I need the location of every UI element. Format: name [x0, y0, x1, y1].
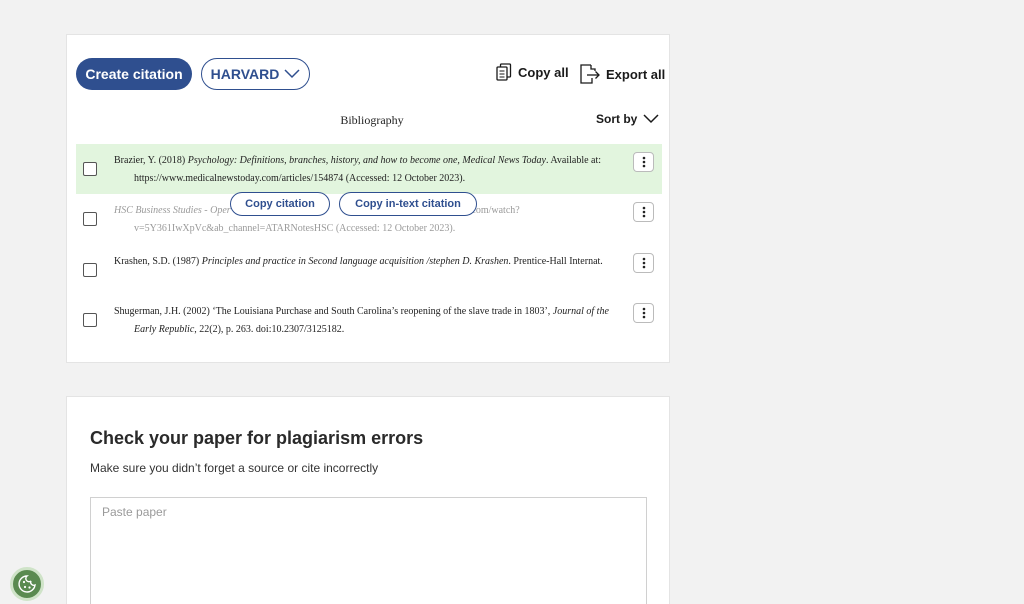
- citation-authors: Shugerman, J.H. (2002) ‘The Louisiana Pu…: [114, 306, 553, 317]
- paste-paper-input[interactable]: [90, 497, 647, 604]
- chevron-down-icon: [284, 69, 300, 79]
- citation-details: , 22(2), p. 263. doi:10.2307/3125182.: [194, 323, 345, 335]
- export-all-label: Export all: [606, 66, 666, 82]
- plagiarism-subtitle: Make sure you didn’t forget a source or …: [90, 461, 379, 475]
- plagiarism-check-card: Check your paper for plagiarism errors M…: [66, 396, 670, 604]
- row-checkbox[interactable]: [83, 313, 97, 327]
- row-menu-button[interactable]: [633, 202, 654, 222]
- export-icon: [580, 64, 600, 84]
- citation-title: Psychology: Definitions, branches, histo…: [187, 155, 546, 166]
- chevron-down-icon: [643, 114, 659, 124]
- more-vertical-icon: [642, 206, 645, 218]
- citation-authors: Brazier, Y. (2018): [114, 155, 188, 166]
- bibliography-heading: Bibliography: [340, 113, 404, 127]
- citation-text: Shugerman, J.H. (2002) ‘The Louisiana Pu…: [114, 303, 614, 338]
- row-checkbox[interactable]: [83, 212, 97, 226]
- citation-title: Principles and practice in Second langua…: [201, 256, 509, 267]
- citation-list-card: Create citation HARVARD Copy all Export …: [66, 34, 670, 363]
- row-checkbox[interactable]: [83, 263, 97, 277]
- sort-by-label: Sort by: [596, 112, 638, 126]
- row-menu-button[interactable]: [633, 152, 654, 172]
- more-vertical-icon: [642, 257, 645, 269]
- plagiarism-title: Check your paper for plagiarism errors: [90, 428, 424, 448]
- citation-style-dropdown[interactable]: HARVARD: [201, 58, 310, 90]
- row-menu-button[interactable]: [633, 253, 654, 273]
- copy-intext-citation-button[interactable]: Copy in-text citation: [339, 192, 477, 216]
- row-checkbox[interactable]: [83, 162, 97, 176]
- copy-icon: [496, 63, 512, 81]
- more-vertical-icon: [642, 307, 645, 319]
- citation-text: Krashen, S.D. (1987) Principles and prac…: [114, 253, 614, 271]
- citation-authors: Krashen, S.D. (1987): [114, 256, 202, 267]
- copy-citation-button[interactable]: Copy citation: [230, 192, 330, 216]
- more-vertical-icon: [642, 156, 645, 168]
- row-menu-button[interactable]: [633, 303, 654, 323]
- citation-row[interactable]: Shugerman, J.H. (2002) ‘The Louisiana Pu…: [76, 295, 662, 345]
- sort-by-dropdown[interactable]: Sort by: [596, 112, 659, 126]
- create-citation-button[interactable]: Create citation: [76, 58, 192, 90]
- cookie-settings-button[interactable]: [10, 567, 44, 601]
- citation-style-label: HARVARD: [210, 66, 280, 82]
- cookie-icon: [18, 575, 36, 593]
- citation-row[interactable]: Brazier, Y. (2018) Psychology: Definitio…: [76, 144, 662, 194]
- copy-all-button[interactable]: Copy all: [496, 63, 569, 81]
- copy-all-label: Copy all: [518, 64, 569, 80]
- export-all-button[interactable]: Export all: [578, 63, 665, 85]
- citation-row[interactable]: Krashen, S.D. (1987) Principles and prac…: [76, 245, 662, 295]
- citation-text: Brazier, Y. (2018) Psychology: Definitio…: [114, 152, 614, 187]
- citation-title: HSC Business Studies - Oper: [114, 205, 231, 216]
- citation-details: . Prentice-Hall Internat.: [508, 256, 603, 267]
